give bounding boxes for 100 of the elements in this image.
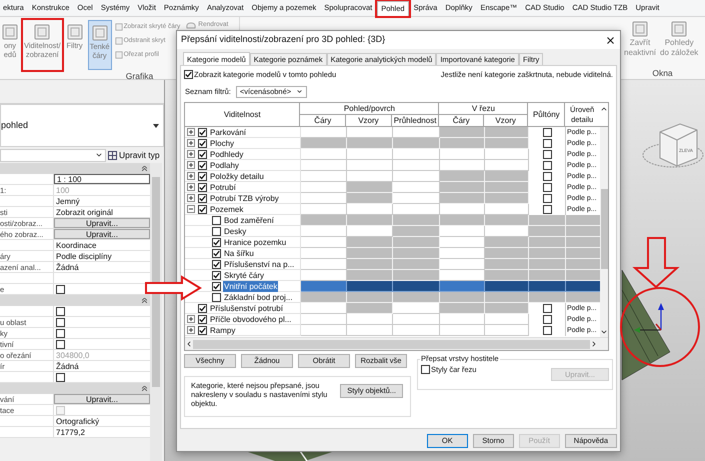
column-header[interactable]: Viditelnost: [185, 103, 300, 126]
override-cell[interactable]: [301, 281, 347, 292]
override-cell[interactable]: [347, 314, 393, 325]
override-cell[interactable]: [440, 237, 485, 248]
override-cell[interactable]: [347, 226, 393, 237]
visibility-checkbox[interactable]: [198, 138, 207, 148]
override-cell[interactable]: [440, 270, 485, 281]
visibility-checkbox[interactable]: [212, 260, 221, 268]
halftone-checkbox[interactable]: [542, 139, 552, 148]
override-cell[interactable]: [347, 149, 393, 160]
halftone-checkbox[interactable]: [542, 128, 552, 137]
category-label[interactable]: Pozemek: [209, 204, 244, 214]
override-cell[interactable]: [301, 248, 347, 259]
instance-dropdown[interactable]: [0, 148, 106, 162]
halftone-checkbox[interactable]: [542, 304, 552, 313]
override-cell[interactable]: [301, 314, 347, 325]
override-cell[interactable]: [393, 160, 440, 171]
visibility-checkbox[interactable]: [198, 194, 207, 202]
override-cell[interactable]: [440, 281, 485, 292]
category-label[interactable]: Základní bod proj...: [223, 292, 294, 302]
category-label[interactable]: Potrubí: [209, 182, 237, 192]
override-cell[interactable]: [347, 127, 393, 138]
column-header[interactable]: Pohled/povrch: [300, 103, 438, 115]
override-cell[interactable]: [485, 314, 529, 325]
visibility-checkbox[interactable]: [212, 226, 221, 236]
close-icon[interactable]: [605, 34, 616, 46]
override-cell[interactable]: [301, 204, 347, 215]
halftone-checkbox[interactable]: [542, 172, 552, 181]
column-header[interactable]: Půltóny: [528, 103, 566, 126]
override-cell[interactable]: [301, 149, 347, 160]
override-cell[interactable]: [301, 259, 347, 270]
category-label[interactable]: Potrubí TZB výroby: [209, 192, 280, 204]
scrollbar[interactable]: [600, 127, 608, 337]
category-label[interactable]: Hranice pozemku: [223, 236, 288, 248]
visibility-checkbox[interactable]: [198, 160, 207, 170]
expand-icon[interactable]: [187, 128, 195, 136]
category-label[interactable]: Příslušenství potrubí: [209, 302, 284, 314]
type-selector[interactable]: pohled: [0, 104, 164, 147]
scrollbar[interactable]: [185, 337, 608, 350]
expand-icon[interactable]: [187, 326, 195, 334]
override-cell[interactable]: [301, 325, 347, 336]
override-cell[interactable]: [347, 171, 393, 182]
override-cell[interactable]: [485, 325, 529, 336]
halftone-checkbox[interactable]: [542, 326, 552, 335]
category-label[interactable]: Podlahy: [209, 160, 240, 170]
override-cell[interactable]: [393, 149, 440, 160]
override-cell[interactable]: [485, 226, 529, 237]
scrollbar[interactable]: [150, 163, 162, 461]
scale-field[interactable]: 1 : 100: [54, 174, 150, 184]
override-cell[interactable]: [440, 314, 485, 325]
override-cell[interactable]: [440, 325, 485, 336]
category-label[interactable]: Na šířku: [223, 248, 255, 258]
expand-icon[interactable]: [187, 183, 195, 191]
override-cell[interactable]: [393, 325, 440, 336]
visibility-checkbox[interactable]: [198, 314, 207, 324]
column-header[interactable]: Vzory: [484, 115, 528, 127]
halftone-checkbox[interactable]: [542, 150, 552, 159]
override-cell[interactable]: [485, 149, 529, 160]
visibility-checkbox[interactable]: [212, 270, 221, 280]
expand-icon[interactable]: [187, 139, 195, 147]
visibility-checkbox[interactable]: [212, 282, 221, 290]
category-label[interactable]: Příčle obvodového pl...: [209, 314, 292, 324]
visibility-checkbox[interactable]: [198, 304, 207, 312]
halftone-checkbox[interactable]: [542, 183, 552, 192]
override-cell[interactable]: [347, 204, 393, 215]
collapse-icon[interactable]: [187, 205, 195, 213]
property-checkbox[interactable]: [56, 306, 65, 316]
visibility-checkbox[interactable]: [198, 150, 207, 158]
property-checkbox[interactable]: [56, 284, 65, 294]
expand-icon[interactable]: [187, 161, 195, 169]
override-cell[interactable]: [301, 160, 347, 171]
override-cell[interactable]: [301, 237, 347, 248]
override-cell[interactable]: [485, 204, 529, 215]
category-label[interactable]: Položky detailu: [209, 170, 265, 182]
override-cell[interactable]: [393, 171, 440, 182]
override-cell[interactable]: [393, 314, 440, 325]
property-checkbox[interactable]: [56, 328, 65, 338]
override-cell[interactable]: [440, 149, 485, 160]
expand-icon[interactable]: [187, 315, 195, 323]
override-cell[interactable]: [301, 171, 347, 182]
override-cell[interactable]: [440, 248, 485, 259]
halftone-checkbox[interactable]: [542, 161, 552, 170]
halftone-checkbox[interactable]: [542, 315, 552, 324]
category-label[interactable]: Bod zaměření: [223, 214, 275, 226]
override-cell[interactable]: [440, 160, 485, 171]
edit-button[interactable]: Upravit...: [54, 229, 150, 239]
override-cell[interactable]: [393, 193, 440, 204]
visibility-checkbox[interactable]: [198, 182, 207, 192]
show-categories-checkbox[interactable]: [184, 70, 193, 79]
override-cell[interactable]: [393, 204, 440, 215]
edit-button[interactable]: Upravit...: [54, 218, 150, 228]
override-cell[interactable]: [393, 182, 440, 193]
override-cell[interactable]: [301, 270, 347, 281]
visibility-checkbox[interactable]: [198, 128, 207, 136]
column-header[interactable]: V řezu: [439, 103, 528, 115]
visibility-checkbox[interactable]: [198, 326, 207, 334]
category-label[interactable]: Plochy: [209, 138, 236, 148]
override-cell[interactable]: [393, 303, 440, 314]
override-cell[interactable]: [440, 204, 485, 215]
override-cell[interactable]: [301, 226, 347, 237]
